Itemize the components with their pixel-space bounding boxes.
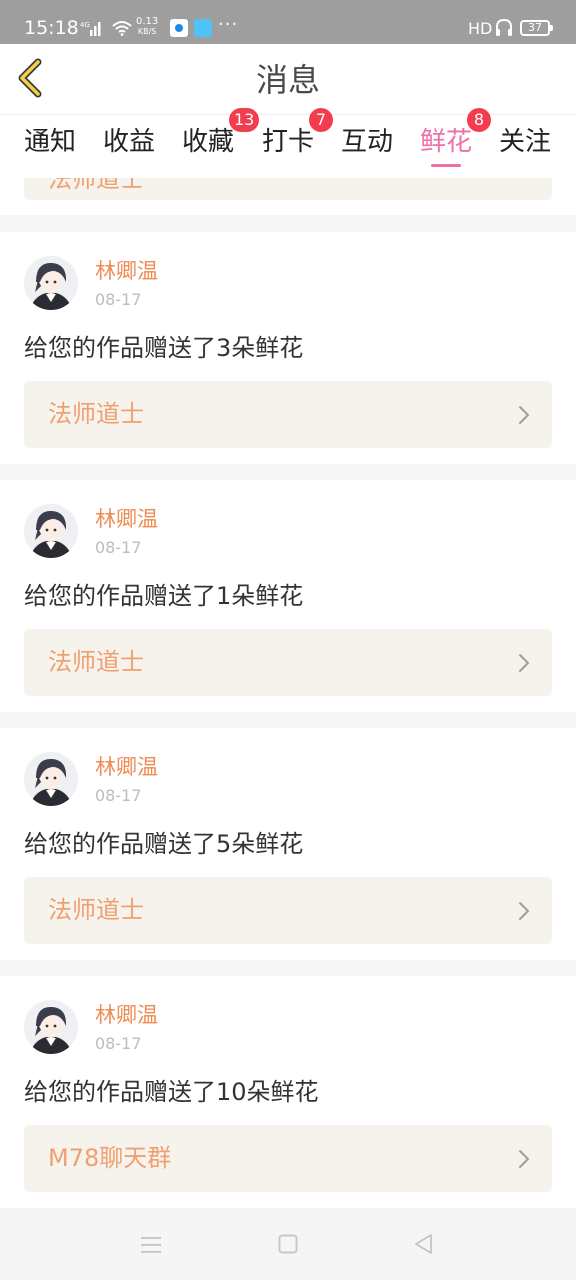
paper-plane-icon [194,19,212,37]
work-link[interactable]: M78聊天群 [24,1125,552,1192]
net-speed-unit: KB/S [137,27,157,36]
message-card: 林卿温 08-17 给您的作品赠送了10朵鲜花 M78聊天群 [0,976,576,1208]
work-title: 法师道士 [48,178,144,193]
tab-checkin-badge: 7 [309,108,333,132]
avatar[interactable] [24,752,78,806]
user-name[interactable]: 林卿温 [95,754,158,780]
page-title: 消息 [255,61,320,99]
tab-follow[interactable]: 关注 [499,125,551,159]
message-card: 法师道士 [0,178,576,215]
tab-flowers-badge: 8 [467,108,491,132]
tab-earnings[interactable]: 收益 [103,125,155,159]
home-icon[interactable] [278,1234,298,1254]
work-title: 法师道士 [48,648,144,676]
tab-interaction[interactable]: 互动 [341,125,393,159]
work-link[interactable]: 法师道士 [24,178,552,200]
message-text: 给您的作品赠送了10朵鲜花 [24,1078,319,1106]
signal-icon: 4G [80,21,101,36]
work-link[interactable]: 法师道士 [24,877,552,944]
message-text: 给您的作品赠送了1朵鲜花 [24,582,304,610]
chevron-right-icon [519,406,530,424]
work-link[interactable]: 法师道士 [24,629,552,696]
message-text: 给您的作品赠送了3朵鲜花 [24,334,304,362]
user-name[interactable]: 林卿温 [95,258,158,284]
chevron-right-icon [519,654,530,672]
tab-notice[interactable]: 通知 [24,125,76,159]
net-speed-value: 0.13 [136,16,159,27]
message-feed[interactable]: 法师道士 林卿温 08-17 给您的作品赠送了3朵鲜花 法师道士 林卿温 08-… [0,178,576,1208]
work-title: 法师道士 [48,400,144,428]
avatar[interactable] [24,1000,78,1054]
menu-icon[interactable] [140,1236,162,1254]
avatar[interactable] [24,256,78,310]
avatar-image [24,256,78,310]
active-tab-indicator [431,164,461,167]
battery-icon: 37 [520,20,553,36]
message-card: 林卿温 08-17 给您的作品赠送了5朵鲜花 法师道士 [0,728,576,960]
work-title: M78聊天群 [48,1144,172,1172]
headset-icon [496,18,512,36]
status-time: 15:18 [24,17,79,39]
message-card: 林卿温 08-17 给您的作品赠送了3朵鲜花 法师道士 [0,232,576,464]
avatar-image [24,1000,78,1054]
post-date: 08-17 [95,290,142,309]
battery-level: 37 [528,21,542,34]
message-card: 林卿温 08-17 给您的作品赠送了1朵鲜花 法师道士 [0,480,576,712]
chevron-right-icon [519,1150,530,1168]
hd-label: HD [468,19,493,38]
tab-flowers[interactable]: 鲜花 [420,125,472,159]
header: 消息 [0,44,576,115]
avatar-image [24,504,78,558]
chevron-right-icon [519,902,530,920]
status-bar: 15:18 4G 0.13 KB/S ··· HD 37 [0,0,576,44]
tab-favorites[interactable]: 收藏 [182,125,234,159]
net-speed: 0.13 KB/S [136,17,158,37]
work-title: 法师道士 [48,896,144,924]
user-name[interactable]: 林卿温 [95,1002,158,1028]
back-triangle-icon[interactable] [413,1233,435,1255]
more-notifications-icon: ··· [218,14,239,35]
post-date: 08-17 [95,786,142,805]
wifi-icon [112,21,132,36]
work-link[interactable]: 法师道士 [24,381,552,448]
tab-favorites-badge: 13 [229,108,260,132]
network-label: 4G [80,21,90,29]
post-date: 08-17 [95,538,142,557]
post-date: 08-17 [95,1034,142,1053]
notification-app-icon [170,19,188,37]
user-name[interactable]: 林卿温 [95,506,158,532]
tab-checkin[interactable]: 打卡 [262,125,314,159]
avatar-image [24,752,78,806]
message-text: 给您的作品赠送了5朵鲜花 [24,830,304,858]
system-nav-bar [0,1208,576,1280]
avatar[interactable] [24,504,78,558]
